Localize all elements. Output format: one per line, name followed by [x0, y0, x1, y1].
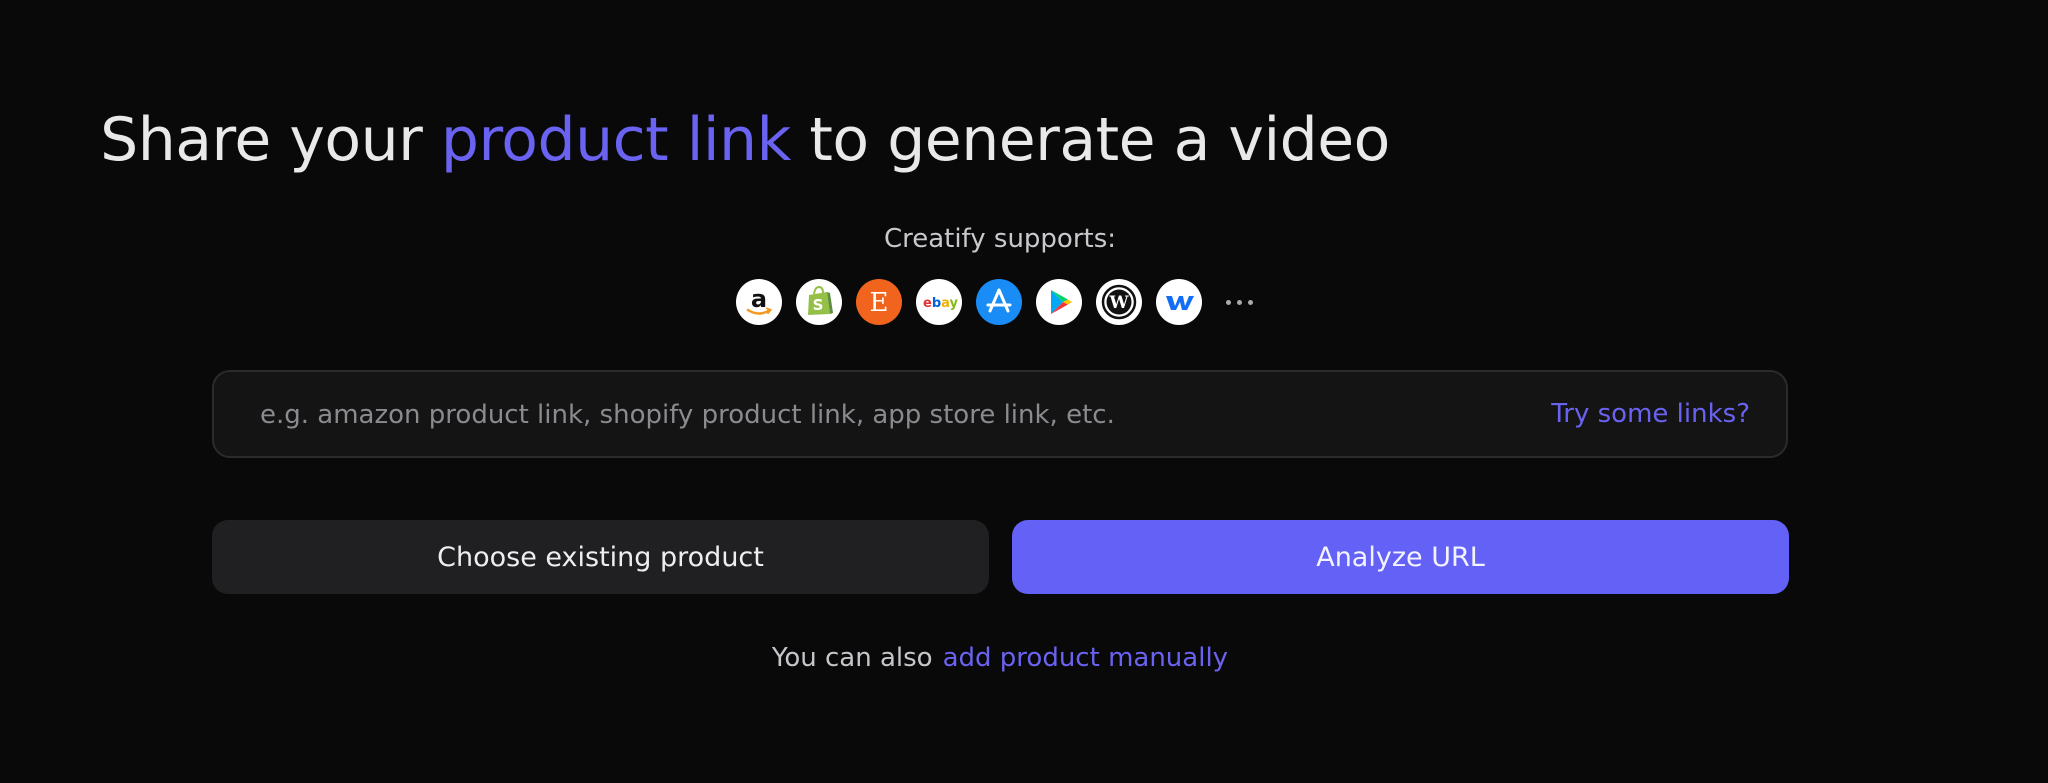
more-icon[interactable]: [1216, 279, 1262, 325]
title-prefix: Share your: [100, 105, 441, 175]
page: Share your product link to generate a vi…: [0, 0, 2048, 783]
platform-icons: a S E ebay W: [736, 278, 1262, 326]
choose-existing-product-button[interactable]: Choose existing product: [212, 520, 989, 594]
try-links-link[interactable]: Try some links?: [1551, 372, 1750, 456]
page-title: Share your product link to generate a vi…: [0, 100, 1490, 180]
more-dot: [1247, 299, 1253, 305]
svg-text:E: E: [870, 288, 889, 318]
title-highlight: product link: [440, 105, 791, 175]
ebay-icon[interactable]: ebay: [916, 279, 962, 325]
manual-add-line: You can also add product manually: [0, 640, 2000, 676]
manual-add-prefix: You can also: [771, 643, 933, 673]
svg-text:ebay: ebay: [923, 296, 959, 311]
url-input-box: Try some links?: [212, 370, 1788, 458]
more-dot: [1225, 299, 1231, 305]
title-suffix: to generate a video: [790, 105, 1390, 175]
svg-text:S: S: [813, 296, 824, 314]
add-product-manually-link[interactable]: add product manually: [943, 643, 1228, 673]
svg-text:W: W: [1108, 293, 1129, 313]
etsy-icon[interactable]: E: [856, 279, 902, 325]
app-store-icon[interactable]: [976, 279, 1022, 325]
svg-text:a: a: [751, 285, 767, 313]
more-dot: [1236, 299, 1242, 305]
google-play-icon[interactable]: [1036, 279, 1082, 325]
supports-label: Creatify supports:: [883, 224, 1117, 254]
wordpress-icon[interactable]: W: [1096, 279, 1142, 325]
url-input[interactable]: [258, 372, 1462, 458]
analyze-url-button[interactable]: Analyze URL: [1012, 520, 1789, 594]
webflow-icon[interactable]: [1156, 279, 1202, 325]
amazon-icon[interactable]: a: [736, 279, 782, 325]
shopify-icon[interactable]: S: [796, 279, 842, 325]
